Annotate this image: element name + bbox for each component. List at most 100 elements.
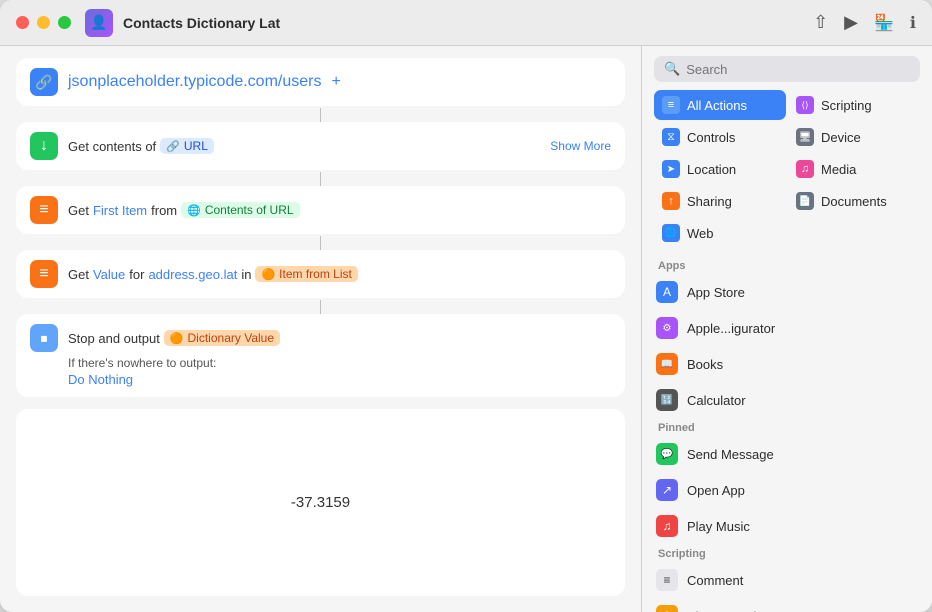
export-icon[interactable]: ⇧ xyxy=(813,12,828,33)
documents-label: Documents xyxy=(821,194,887,209)
device-label: Device xyxy=(821,130,861,145)
output-area: -37.3159 xyxy=(16,409,625,596)
get-value-text: Get Value for address.geo.lat in 🟠 Item … xyxy=(68,266,358,282)
send-message-label: Send Message xyxy=(687,447,774,462)
app-store-label: App Store xyxy=(687,285,745,300)
list-item-apple-configurator[interactable]: ⚙ Apple...igurator xyxy=(642,310,932,346)
store-icon[interactable]: 🏪 xyxy=(874,13,894,33)
play-icon[interactable]: ▶ xyxy=(844,12,858,33)
info-icon[interactable]: ℹ xyxy=(910,13,916,33)
search-icon: 🔍 xyxy=(664,61,680,77)
web-label: Web xyxy=(687,226,714,241)
app-store-icon: A xyxy=(656,281,678,303)
show-more-button[interactable]: Show More xyxy=(550,139,611,153)
list-item-calculator[interactable]: 🔢 Calculator xyxy=(642,382,932,418)
connector-2 xyxy=(16,172,625,186)
category-grid: ≡ All Actions ⟨⟩ Scripting ⧖ Controls 🖥 … xyxy=(642,90,932,248)
category-scripting[interactable]: ⟨⟩ Scripting xyxy=(788,90,920,120)
value-link[interactable]: Value xyxy=(93,267,125,282)
action-list: Apps A App Store ⚙ Apple...igurator 📖 Bo… xyxy=(642,256,932,612)
list-item-send-message[interactable]: 💬 Send Message xyxy=(642,436,932,472)
category-controls[interactable]: ⧖ Controls xyxy=(654,122,786,152)
get-first-text: Get First Item from 🌐 Contents of URL xyxy=(68,202,300,218)
url-icon: 🔗 xyxy=(30,68,58,96)
open-app-icon: ↗ xyxy=(656,479,678,501)
get-contents-text: Get contents of 🔗 URL xyxy=(68,138,214,154)
apple-configurator-icon: ⚙ xyxy=(656,317,678,339)
add-url-button[interactable]: + xyxy=(331,73,340,91)
list-item-books[interactable]: 📖 Books xyxy=(642,346,932,382)
left-panel: 🔗 jsonplaceholder.typicode.com/users + ↓… xyxy=(0,46,642,612)
url-link[interactable]: jsonplaceholder.typicode.com/users xyxy=(68,73,321,91)
list-item-app-store[interactable]: A App Store xyxy=(642,274,932,310)
open-app-label: Open App xyxy=(687,483,745,498)
list-item-play-music[interactable]: ♫ Play Music xyxy=(642,508,932,544)
category-documents[interactable]: 📄 Documents xyxy=(788,186,920,216)
documents-icon: 📄 xyxy=(796,192,814,210)
maximize-button[interactable] xyxy=(58,16,71,29)
location-label: Location xyxy=(687,162,736,177)
search-input[interactable] xyxy=(686,62,910,77)
stop-body: If there's nowhere to output: Do Nothing xyxy=(30,356,611,387)
search-bar[interactable]: 🔍 xyxy=(654,56,920,82)
list-item-comment[interactable]: ≡ Comment xyxy=(642,562,932,598)
stop-icon: ⏹ xyxy=(30,324,58,352)
books-label: Books xyxy=(687,357,723,372)
get-value-card[interactable]: ≡ Get Value for address.geo.lat in 🟠 Ite… xyxy=(16,250,625,298)
scripting-icon: ⟨⟩ xyxy=(796,96,814,114)
sharing-label: Sharing xyxy=(687,194,732,209)
list-item-show-result[interactable]: ! Show Result xyxy=(642,598,932,612)
pinned-section-label: Pinned xyxy=(642,418,711,438)
category-media[interactable]: ♫ Media xyxy=(788,154,920,184)
output-value: -37.3159 xyxy=(291,494,350,511)
controls-label: Controls xyxy=(687,130,735,145)
device-icon: 🖥 xyxy=(796,128,814,146)
list-item-open-app[interactable]: ↗ Open App xyxy=(642,472,932,508)
category-all-actions[interactable]: ≡ All Actions xyxy=(654,90,786,120)
connector-1 xyxy=(16,108,625,122)
stop-output-text: Stop and output 🟠 Dictionary Value xyxy=(68,330,280,346)
if-nowhere-text: If there's nowhere to output: xyxy=(68,356,216,370)
play-music-icon: ♫ xyxy=(656,515,678,537)
play-music-label: Play Music xyxy=(687,519,750,534)
item-from-list-tag[interactable]: 🟠 Item from List xyxy=(255,266,357,282)
get-value-icon: ≡ xyxy=(30,260,58,288)
url-action-card[interactable]: 🔗 jsonplaceholder.typicode.com/users + xyxy=(16,58,625,106)
dictionary-value-tag[interactable]: 🟠 Dictionary Value xyxy=(164,330,280,346)
media-label: Media xyxy=(821,162,856,177)
main-window: 👤 Contacts Dictionary Lat ⇧ ▶ 🏪 ℹ 🔗 json… xyxy=(0,0,932,612)
show-result-icon: ! xyxy=(656,605,678,612)
location-icon: ➤ xyxy=(662,160,680,178)
minimize-button[interactable] xyxy=(37,16,50,29)
get-first-item-card[interactable]: ≡ Get First Item from 🌐 Contents of URL xyxy=(16,186,625,234)
apps-section-label: Apps xyxy=(642,256,702,276)
comment-label: Comment xyxy=(687,573,743,588)
web-icon: 🌐 xyxy=(662,224,680,242)
close-button[interactable] xyxy=(16,16,29,29)
show-result-label: Show Result xyxy=(687,609,760,612)
connector-3 xyxy=(16,236,625,250)
category-device[interactable]: 🖥 Device xyxy=(788,122,920,152)
do-nothing-link[interactable]: Do Nothing xyxy=(68,372,611,387)
all-actions-icon: ≡ xyxy=(662,96,680,114)
traffic-lights xyxy=(16,16,71,29)
all-actions-label: All Actions xyxy=(687,98,747,113)
category-location[interactable]: ➤ Location xyxy=(654,154,786,184)
url-tag[interactable]: 🔗 URL xyxy=(160,138,214,154)
first-item-link[interactable]: First Item xyxy=(93,203,147,218)
titlebar-controls: ⇧ ▶ 🏪 ℹ xyxy=(813,12,916,33)
window-title: Contacts Dictionary Lat xyxy=(123,15,280,31)
category-web[interactable]: 🌐 Web xyxy=(654,218,786,248)
address-link[interactable]: address.geo.lat xyxy=(148,267,237,282)
get-first-icon: ≡ xyxy=(30,196,58,224)
send-message-icon: 💬 xyxy=(656,443,678,465)
calculator-icon: 🔢 xyxy=(656,389,678,411)
contents-of-url-tag[interactable]: 🌐 Contents of URL xyxy=(181,202,299,218)
actions-area: 🔗 jsonplaceholder.typicode.com/users + ↓… xyxy=(0,46,641,409)
category-sharing[interactable]: ↑ Sharing xyxy=(654,186,786,216)
stop-output-card[interactable]: ⏹ Stop and output 🟠 Dictionary Value If … xyxy=(16,314,625,397)
calculator-label: Calculator xyxy=(687,393,746,408)
scripting-label: Scripting xyxy=(821,98,872,113)
apple-configurator-label: Apple...igurator xyxy=(687,321,775,336)
get-contents-card[interactable]: ↓ Get contents of 🔗 URL Show More xyxy=(16,122,625,170)
